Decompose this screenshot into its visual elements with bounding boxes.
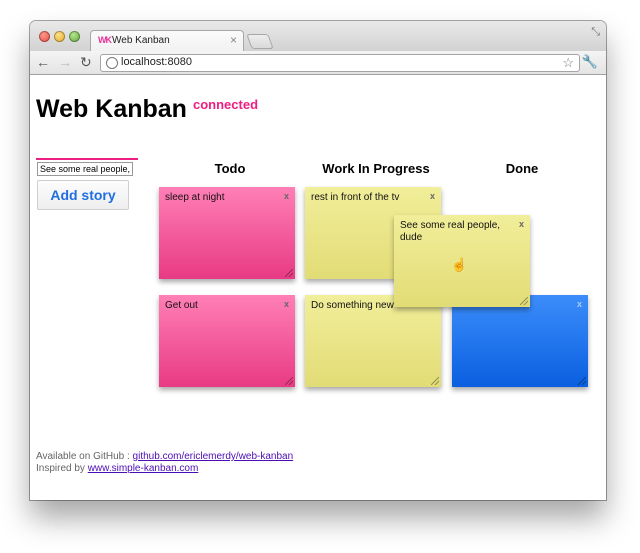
story-card[interactable]: Do something new x (305, 295, 441, 387)
column-header-done: Done (505, 161, 539, 176)
inspired-prefix: Inspired by (36, 463, 88, 474)
page-title: Web Kanban (36, 95, 187, 123)
input-accent-line (36, 158, 138, 160)
column-header-wip: Work In Progress (322, 161, 430, 176)
hand-cursor-icon: ☝ (451, 257, 468, 272)
story-card[interactable]: Get out x (159, 295, 295, 387)
connection-status: connected (193, 97, 259, 112)
forward-icon[interactable]: → (58, 54, 72, 70)
card-close-icon[interactable]: x (284, 299, 289, 309)
minimize-window-button[interactable] (54, 31, 65, 42)
card-close-icon[interactable]: x (519, 219, 524, 229)
github-line: Available on GitHub : github.com/ericlem… (36, 451, 293, 463)
add-story-button[interactable]: Add story (37, 180, 129, 210)
url-text[interactable]: localhost:8080 (121, 56, 192, 68)
close-window-button[interactable] (39, 31, 50, 42)
zoom-window-button[interactable] (69, 31, 80, 42)
resize-grip-icon[interactable] (520, 297, 528, 305)
address-bar[interactable]: localhost:8080 ☆ (100, 54, 580, 72)
card-close-icon[interactable]: x (284, 191, 289, 201)
card-text: rest in front of the tv (311, 192, 400, 203)
card-close-icon[interactable]: x (430, 191, 435, 201)
browser-window: WK Web Kanban × ⤡ ← → ↻ localhost:8080 ☆… (30, 21, 606, 500)
story-input[interactable] (37, 162, 133, 176)
resize-grip-icon[interactable] (431, 377, 439, 385)
tab-bar: WK Web Kanban × ⤡ (30, 21, 606, 52)
globe-icon (106, 57, 118, 69)
card-text: Get out (165, 300, 198, 311)
github-prefix: Available on GitHub : (36, 451, 133, 462)
back-icon[interactable]: ← (36, 54, 50, 70)
story-card[interactable]: x (452, 295, 588, 387)
column-header-todo: Todo (214, 161, 246, 176)
wrench-icon[interactable]: 🔧 (582, 54, 598, 70)
star-icon[interactable]: ☆ (562, 55, 574, 71)
resize-grip-icon[interactable] (285, 377, 293, 385)
tab-title: Web Kanban (112, 35, 170, 46)
card-text: See some real people, dude (400, 220, 501, 243)
reload-icon[interactable]: ↻ (80, 54, 92, 70)
new-tab-button[interactable] (246, 34, 274, 49)
dragging-story-card[interactable]: See some real people, dude x ☝ (394, 215, 530, 307)
card-close-icon[interactable]: x (577, 299, 582, 309)
inspired-line: Inspired by www.simple-kanban.com (36, 463, 293, 475)
card-text: sleep at night (165, 192, 225, 203)
resize-grip-icon[interactable] (578, 377, 586, 385)
browser-toolbar: ← → ↻ localhost:8080 ☆ 🔧 (30, 51, 606, 75)
page-content: Web Kanban connected Add story Todo Work… (30, 75, 606, 500)
github-link[interactable]: github.com/ericlemerdy/web-kanban (133, 451, 294, 462)
tab-web-kanban[interactable]: WK Web Kanban × (90, 30, 244, 52)
inspired-link[interactable]: www.simple-kanban.com (88, 463, 199, 474)
tab-favicon: WK (98, 35, 112, 45)
resize-grip-icon[interactable] (285, 269, 293, 277)
footer: Available on GitHub : github.com/ericlem… (36, 451, 293, 475)
story-card[interactable]: sleep at night x (159, 187, 295, 279)
tab-close-icon[interactable]: × (230, 33, 237, 47)
fullscreen-icon[interactable]: ⤡ (591, 26, 600, 39)
